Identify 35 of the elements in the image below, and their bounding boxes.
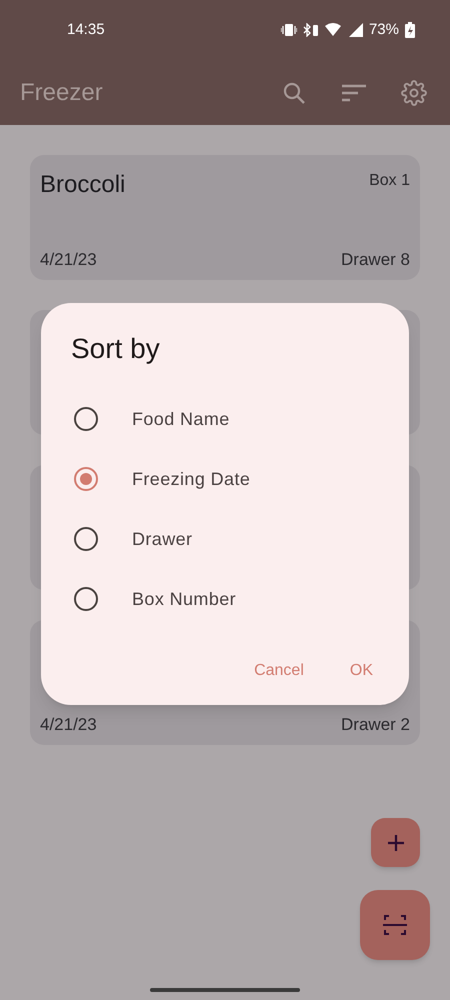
option-label: Food Name xyxy=(132,408,230,430)
dialog-title: Sort by xyxy=(71,332,161,366)
app-title: Freezer xyxy=(20,78,104,108)
drawer-label: Drawer 2 xyxy=(341,714,410,736)
add-button[interactable] xyxy=(371,818,420,867)
food-card[interactable]: Broccoli Box 1 4/21/23 Drawer 8 xyxy=(30,155,420,280)
box-number: Box 1 xyxy=(369,171,410,191)
sort-icon xyxy=(342,84,366,102)
radio-button[interactable] xyxy=(74,527,98,551)
wifi-icon xyxy=(324,23,343,37)
battery-charging-icon xyxy=(405,22,415,38)
search-icon xyxy=(283,82,305,104)
option-label: Freezing Date xyxy=(132,468,250,491)
freezing-date: 4/21/23 xyxy=(40,714,97,736)
radio-button[interactable] xyxy=(74,587,98,611)
battery-percentage: 73% xyxy=(368,20,399,40)
sort-option[interactable]: Food Name xyxy=(71,389,379,449)
drawer-label: Drawer 8 xyxy=(341,248,410,270)
sort-option[interactable]: Freezing Date xyxy=(71,449,379,509)
settings-icon xyxy=(401,80,427,106)
signal-icon xyxy=(348,23,363,37)
radio-button[interactable] xyxy=(74,467,98,491)
option-label: Box Number xyxy=(132,588,236,610)
radio-button[interactable] xyxy=(74,407,98,431)
scan-button[interactable] xyxy=(360,890,430,960)
sort-option[interactable]: Box Number xyxy=(71,569,379,629)
option-label: Drawer xyxy=(132,528,192,550)
bluetooth-icon xyxy=(302,23,319,37)
food-name: Broccoli xyxy=(40,170,126,200)
scan-icon xyxy=(383,913,407,937)
sort-option[interactable]: Drawer xyxy=(71,509,379,569)
vibrate-icon xyxy=(280,23,297,37)
freezing-date: 4/21/23 xyxy=(40,248,97,270)
status-time: 14:35 xyxy=(67,20,105,40)
plus-icon xyxy=(386,834,404,852)
